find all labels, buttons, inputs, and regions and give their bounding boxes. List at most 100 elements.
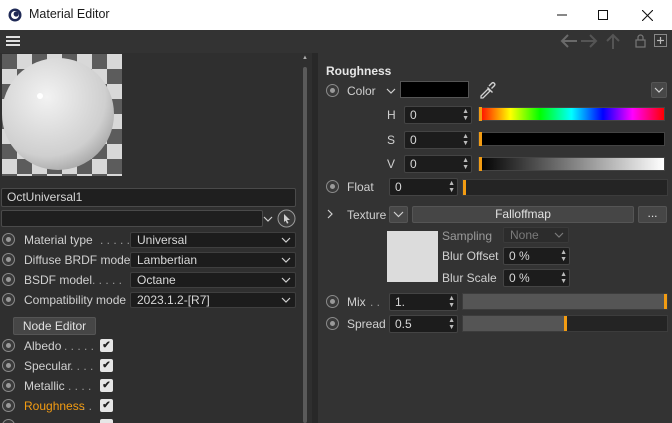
minimize-button[interactable] [539,0,585,30]
label-dots: . . . . . [92,273,123,287]
back-arrow-icon[interactable] [560,34,578,48]
hue-slider[interactable] [478,107,665,121]
lock-icon[interactable] [635,34,646,48]
slider-fill [463,316,565,331]
falloffmap-shader-button[interactable]: Falloffmap [412,206,634,223]
sampling-select[interactable]: None [503,227,569,243]
hamburger-menu-icon[interactable] [6,35,20,47]
channel-row-albedo: Albedo . . . . . ✔ [0,336,300,356]
value-slider[interactable] [478,157,665,171]
value-value: 0 [410,157,417,171]
value-field[interactable]: 0 ▲ ▼ [404,155,472,173]
channel-row-metallic: Metallic . . . . ✔ [0,376,300,396]
mix-slider[interactable] [462,293,668,310]
stepper-arrows[interactable]: ▲ ▼ [560,271,567,285]
stepper-arrows[interactable]: ▲ ▼ [462,108,469,122]
channel-row-specular: Specular . . . . ✔ [0,356,300,376]
color-mode-dropdown[interactable] [651,82,667,98]
keyframe-radio[interactable] [2,339,15,352]
keyframe-radio[interactable] [2,379,15,392]
specular-checkbox[interactable]: ✔ [100,359,113,372]
maximize-button[interactable] [580,0,626,30]
stepper-arrows[interactable]: ▲ ▼ [462,157,469,171]
keyframe-radio[interactable] [2,233,15,246]
color-swatch[interactable] [400,81,469,98]
chevron-down-icon [281,257,291,263]
texture-menu-button[interactable] [389,206,408,223]
saturation-field[interactable]: 0 ▲ ▼ [404,131,472,149]
close-button[interactable] [624,0,670,30]
pick-object-icon[interactable] [277,209,296,228]
texture-more-button[interactable]: ... [638,206,667,223]
next-channel-checkbox[interactable] [100,419,113,423]
bsdf-model-select[interactable]: Octane [130,272,296,288]
new-window-icon[interactable] [654,34,667,47]
blur-offset-value: 0 % [509,249,530,263]
diffuse-brdf-select[interactable]: Lambertian [130,252,296,268]
secondary-dropdown-button[interactable] [263,212,273,225]
float-slider[interactable] [462,179,668,196]
keyframe-radio[interactable] [2,273,15,286]
keyframe-radio[interactable] [326,180,339,193]
up-arrow-icon[interactable] [606,33,620,49]
spread-field[interactable]: 0.5 ▲ ▼ [389,315,458,333]
albedo-checkbox[interactable]: ✔ [100,339,113,352]
roughness-checkbox[interactable]: ✔ [100,399,113,412]
chevron-down-icon [554,232,564,238]
slider-handle[interactable] [479,157,482,171]
texture-preview[interactable] [387,231,438,282]
mix-field[interactable]: 1. ▲ ▼ [389,293,458,311]
sampling-value: None [510,228,539,242]
chevron-down-icon[interactable] [386,87,396,95]
keyframe-radio[interactable] [2,253,15,266]
keyframe-radio[interactable] [2,399,15,412]
scrollbar-thumb[interactable] [303,67,307,423]
label-dots: . . . . . [100,233,131,247]
keyframe-radio[interactable] [326,317,339,330]
left-scrollbar[interactable]: ▲ [302,55,308,423]
float-field[interactable]: 0 ▲ ▼ [389,178,458,196]
compatibility-mode-select[interactable]: 2023.1.2-[R7] [130,292,296,308]
keyframe-radio[interactable] [326,295,339,308]
stepper-arrows[interactable]: ▲ ▼ [560,249,567,263]
blur-offset-field[interactable]: 0 % ▲ ▼ [503,247,570,265]
hue-field[interactable]: 0 ▲ ▼ [404,106,472,124]
slider-handle[interactable] [664,294,667,309]
keyframe-radio[interactable] [326,84,339,97]
stepper-arrows[interactable]: ▲ ▼ [448,295,455,309]
slider-handle[interactable] [479,132,482,146]
slider-handle[interactable] [463,180,466,195]
channel-label[interactable]: Albedo [24,339,61,353]
label-dots: . . . . [68,379,92,393]
label-dots: . . [370,295,381,309]
secondary-field[interactable] [1,210,263,227]
node-editor-label: Node Editor [22,319,87,333]
stepper-arrows[interactable]: ▲ ▼ [448,180,455,194]
stepper-arrows[interactable]: ▲ ▼ [462,133,469,147]
channel-label[interactable]: Specular [24,359,71,373]
keyframe-radio[interactable] [2,359,15,372]
material-name-field[interactable]: OctUniversal1 [1,188,296,207]
node-editor-button[interactable]: Node Editor [13,317,96,335]
keyframe-radio[interactable] [2,419,15,423]
blur-scale-field[interactable]: 0 % ▲ ▼ [503,269,570,287]
slider-handle[interactable] [479,107,482,121]
stepper-arrows[interactable]: ▲ ▼ [448,317,455,331]
chevron-right-icon[interactable] [326,209,334,219]
saturation-slider[interactable] [478,132,665,146]
forward-arrow-icon[interactable] [580,34,598,48]
slider-handle[interactable] [564,316,567,331]
channel-label[interactable]: Metallic [24,379,65,393]
spread-value: 0.5 [395,317,412,331]
spread-slider[interactable] [462,315,668,332]
keyframe-radio[interactable] [2,293,15,306]
param-label: Compatibility mode [24,293,127,307]
channel-label-active[interactable]: Roughness [24,399,85,413]
param-label: BSDF model [24,273,93,287]
window-title: Material Editor [29,7,110,21]
material-preview[interactable] [2,54,122,176]
select-value: Lambertian [137,253,198,267]
metallic-checkbox[interactable]: ✔ [100,379,113,392]
material-type-select[interactable]: Universal [130,232,296,248]
eyedropper-icon[interactable] [478,81,496,99]
